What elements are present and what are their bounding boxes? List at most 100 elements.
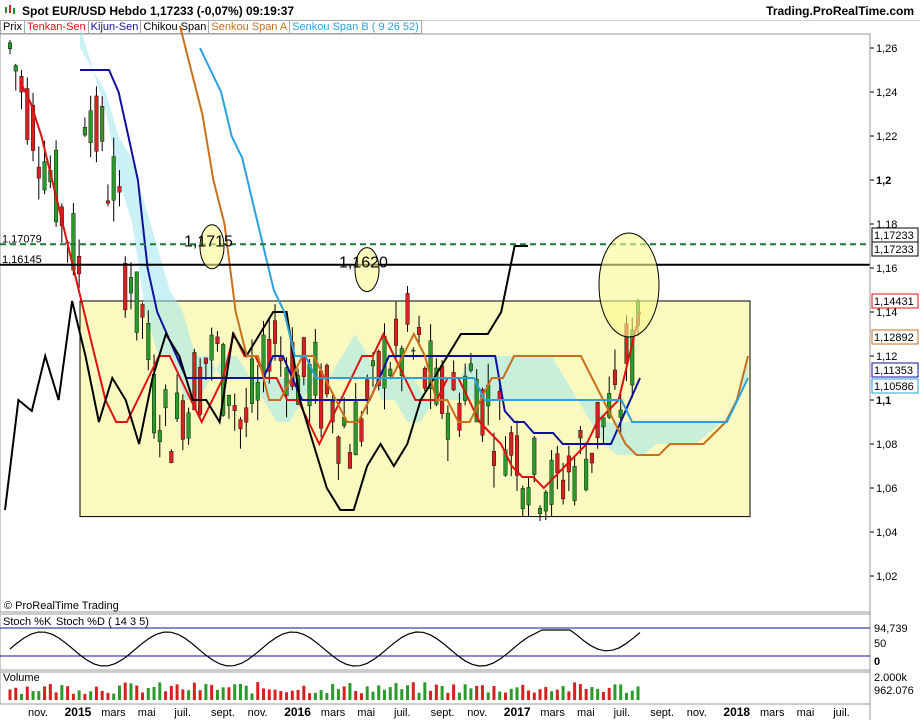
volume-bar (221, 687, 225, 700)
candle (313, 341, 318, 396)
volume-bar (573, 682, 577, 700)
x-tick-label: nov. (248, 707, 268, 719)
candle (261, 334, 266, 375)
x-tick-label: juil. (393, 707, 411, 719)
volume-bar (135, 685, 139, 700)
x-tick-label: mars (101, 707, 126, 719)
stoch-d-label: Stoch %D ( 14 3 5) (56, 616, 149, 628)
candle (520, 488, 525, 510)
volume-bar (158, 682, 162, 700)
volume-bar (359, 693, 363, 700)
volume-bar (388, 687, 392, 700)
volume-bar (446, 692, 450, 700)
candle (146, 323, 151, 361)
volume-bar (515, 687, 519, 700)
volume-bar (544, 686, 548, 700)
volume-bar (440, 686, 444, 700)
volume-bar (204, 684, 208, 700)
price-badge-label: 1,10586 (874, 381, 914, 393)
volume-bar (578, 684, 582, 700)
volume-bar (457, 692, 461, 700)
volume-bar (256, 682, 260, 700)
volume-bar (210, 684, 214, 700)
volume-bar (100, 690, 104, 700)
volume-bar (429, 690, 433, 700)
candle (140, 304, 145, 318)
volume-bar (66, 686, 70, 700)
volume-bar (308, 693, 312, 700)
volume-bar (20, 693, 24, 700)
volume-bar (567, 691, 571, 700)
volume-bar (192, 682, 196, 700)
price-chart[interactable]: 1,17079 1,16145 1,1715 1,1620 1,26 1,24 1,22 1,… (0, 0, 920, 720)
watermark: © ProRealTime Trading (4, 600, 119, 612)
candle (365, 379, 370, 401)
volume-bar (8, 689, 12, 700)
candle (203, 357, 208, 364)
volume-bar (590, 687, 594, 700)
candle (417, 327, 422, 335)
x-tick-label: 2015 (65, 705, 92, 719)
volume-bar (273, 689, 277, 700)
volume-bar (406, 685, 410, 700)
volume-bar (83, 693, 87, 700)
volume-bar (77, 690, 81, 700)
candle (169, 450, 174, 463)
candle (244, 407, 249, 423)
candle (347, 452, 352, 469)
volume-bar (290, 690, 294, 700)
stoch-value: 94,739 (874, 623, 908, 635)
candle (175, 392, 180, 419)
volume-bar (613, 684, 617, 700)
volume-bar (279, 691, 283, 700)
candle (82, 127, 87, 136)
x-tick-label: nov. (687, 707, 707, 719)
volume-bar (31, 691, 35, 700)
x-tick-label: 2018 (723, 705, 750, 719)
candle (526, 487, 531, 506)
volume-bar (434, 684, 438, 700)
price-badge-label: 1,14431 (874, 296, 914, 308)
x-tick-label: juil. (832, 707, 850, 719)
candle (561, 479, 566, 500)
volume-bar (285, 692, 289, 700)
volume-bar (14, 687, 18, 700)
volume-bar (619, 684, 623, 700)
volume-bar (227, 687, 231, 700)
volume-bar (463, 684, 467, 700)
candle (388, 368, 393, 376)
candle (36, 166, 41, 179)
candle (238, 419, 243, 430)
candle (123, 263, 128, 311)
candle (209, 334, 214, 361)
candle (509, 432, 514, 456)
volume-bar (325, 693, 329, 700)
volume-bar (630, 690, 634, 700)
volume-bar (636, 686, 640, 700)
candle (100, 106, 105, 142)
price-badge-label: 1,17233 (874, 230, 914, 242)
candle (589, 452, 594, 464)
volume-bar (71, 693, 75, 700)
volume-bar (377, 685, 381, 700)
x-tick-label: sept. (431, 707, 455, 719)
candle (13, 65, 18, 72)
volume-bar (509, 688, 513, 700)
volume-bar (555, 689, 559, 700)
volume-bar (198, 690, 202, 700)
candle (405, 293, 410, 325)
volume-bar (238, 683, 242, 700)
volume-bar (106, 692, 110, 700)
candle (394, 318, 399, 346)
volume-bar (187, 690, 191, 700)
candle (601, 417, 606, 428)
candle (249, 358, 254, 404)
candle (370, 360, 375, 367)
y-tick-label: 1,26 (876, 43, 897, 55)
candle (117, 186, 122, 193)
y-tick-label: 1,24 (876, 87, 897, 99)
y-tick-label: 1,12 (876, 351, 897, 363)
volume-bar (123, 682, 127, 700)
candle (198, 366, 203, 415)
price-badge-label: 1,17233 (874, 244, 914, 256)
